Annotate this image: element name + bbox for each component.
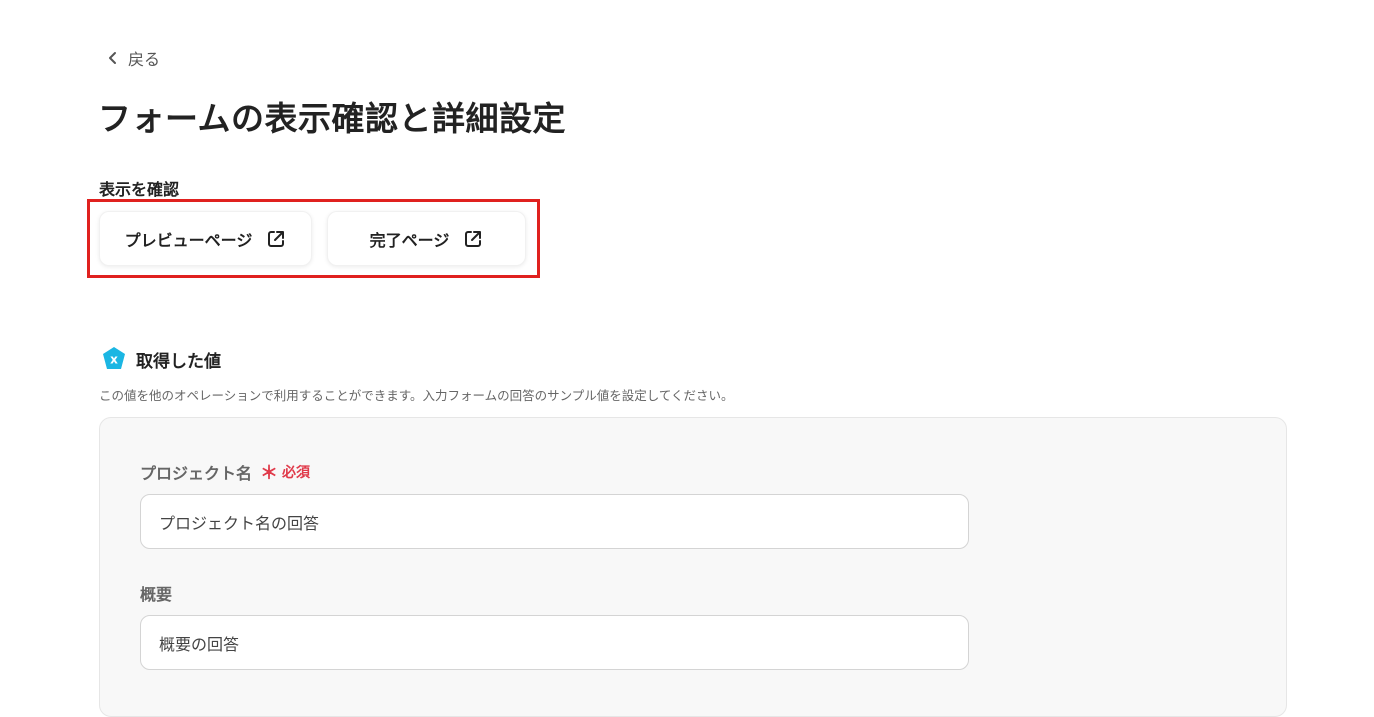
complete-page-label: 完了ページ	[369, 230, 450, 250]
acquired-values-title: 取得した値	[136, 351, 221, 372]
project-name-label-text: プロジェクト名	[140, 464, 253, 483]
project-name-input[interactable]	[140, 494, 969, 549]
acquired-values-header: x 取得した値	[101, 346, 221, 372]
svg-text:x: x	[110, 353, 118, 367]
required-asterisk: ＊	[260, 463, 279, 484]
page-title: フォームの表示確認と詳細設定	[98, 99, 567, 138]
complete-page-button[interactable]: 完了ページ	[327, 211, 526, 266]
display-check-label: 表示を確認	[99, 180, 180, 199]
external-link-icon	[465, 230, 482, 247]
variable-x-icon: x	[103, 347, 125, 369]
overview-label: 概要	[140, 581, 172, 605]
back-link[interactable]: 戻る	[106, 46, 160, 70]
external-link-icon	[268, 230, 285, 247]
project-name-label: プロジェクト名 ＊ 必須	[140, 459, 310, 485]
overview-input[interactable]	[140, 615, 969, 670]
required-badge: 必須	[282, 465, 311, 481]
preview-page-button[interactable]: プレビューページ	[99, 211, 312, 266]
chevron-left-icon	[109, 52, 116, 64]
preview-page-label: プレビューページ	[124, 230, 253, 250]
back-label: 戻る	[128, 50, 161, 69]
overview-label-text: 概要	[140, 585, 173, 604]
acquired-values-description: この値を他のオペレーションで利用することができます。入力フォームの回答のサンプル…	[99, 388, 734, 403]
